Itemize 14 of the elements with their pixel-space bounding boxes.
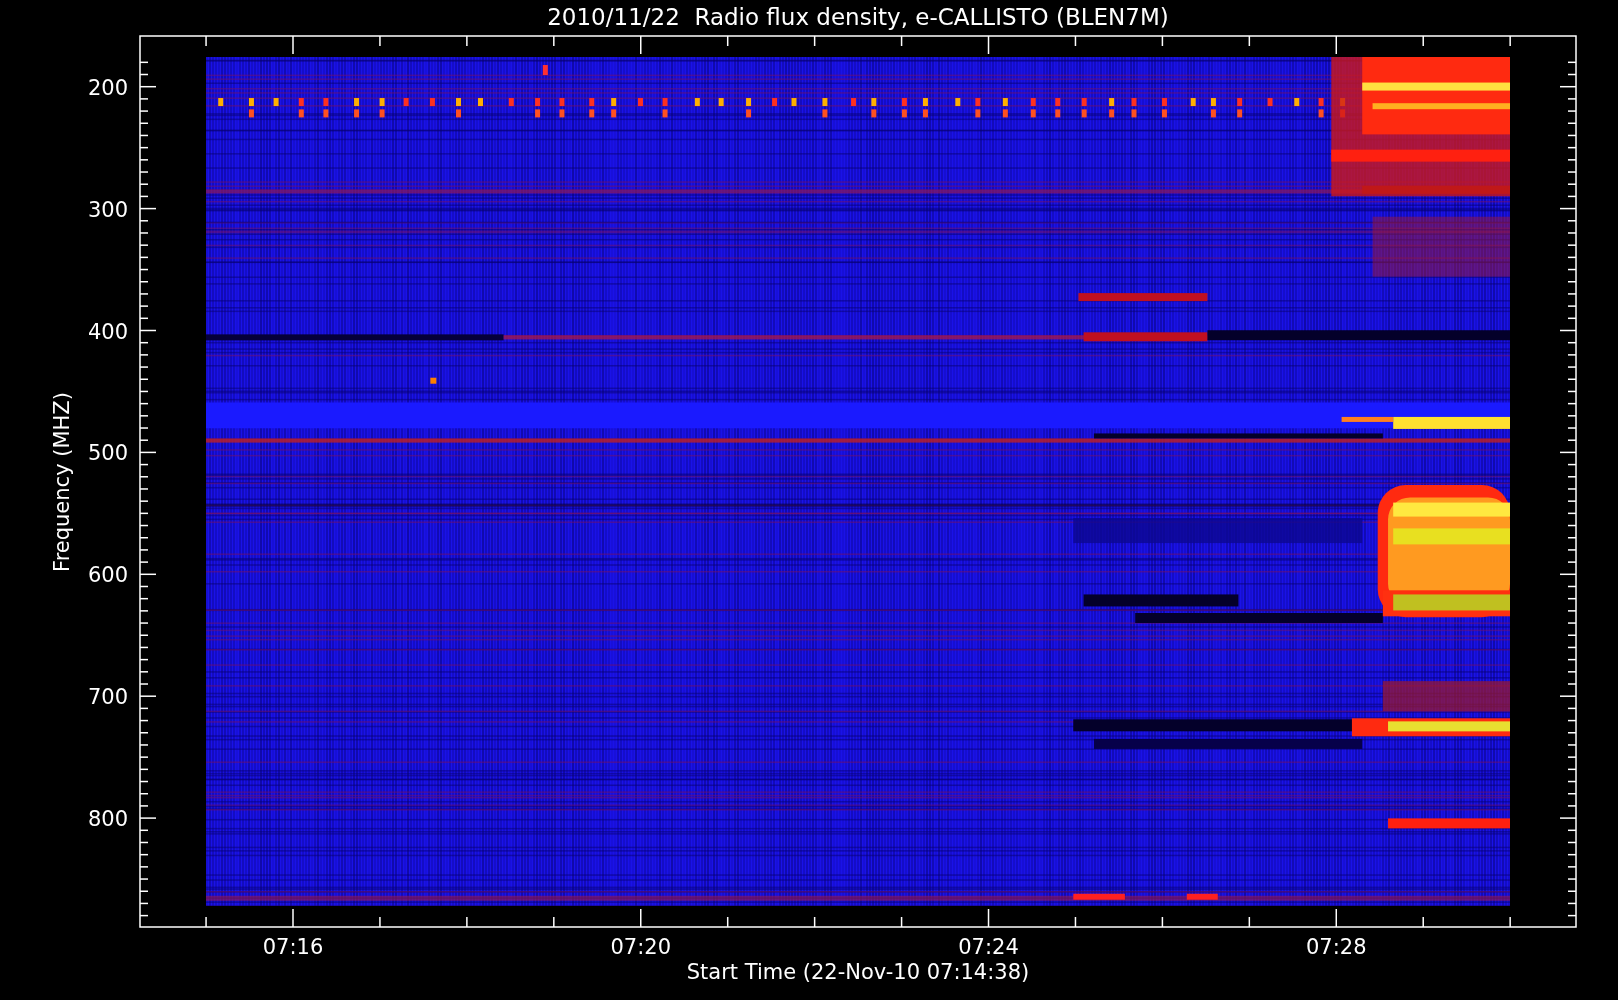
tick-label: 200 [87,75,128,100]
tick-label: 300 [87,197,128,222]
axis-title: Start Time (22-Nov-10 07:14:38) [686,960,1030,984]
tick-label: 800 [87,807,128,832]
axis-title: Frequency (MHZ) [50,392,74,572]
tick-label: 07:16 [262,935,324,959]
tick-label: 400 [87,319,128,344]
tick-label: 500 [87,441,128,466]
chart-title: 2010/11/22 Radio flux density, e-CALLISTO (BLEN7M) [547,4,1169,30]
tick-label: 07:28 [1306,935,1367,959]
tick-label: 700 [87,685,128,710]
tick-label: 600 [87,563,128,588]
tick-label: 07:20 [610,935,672,959]
tick-label: 07:24 [958,935,1019,959]
